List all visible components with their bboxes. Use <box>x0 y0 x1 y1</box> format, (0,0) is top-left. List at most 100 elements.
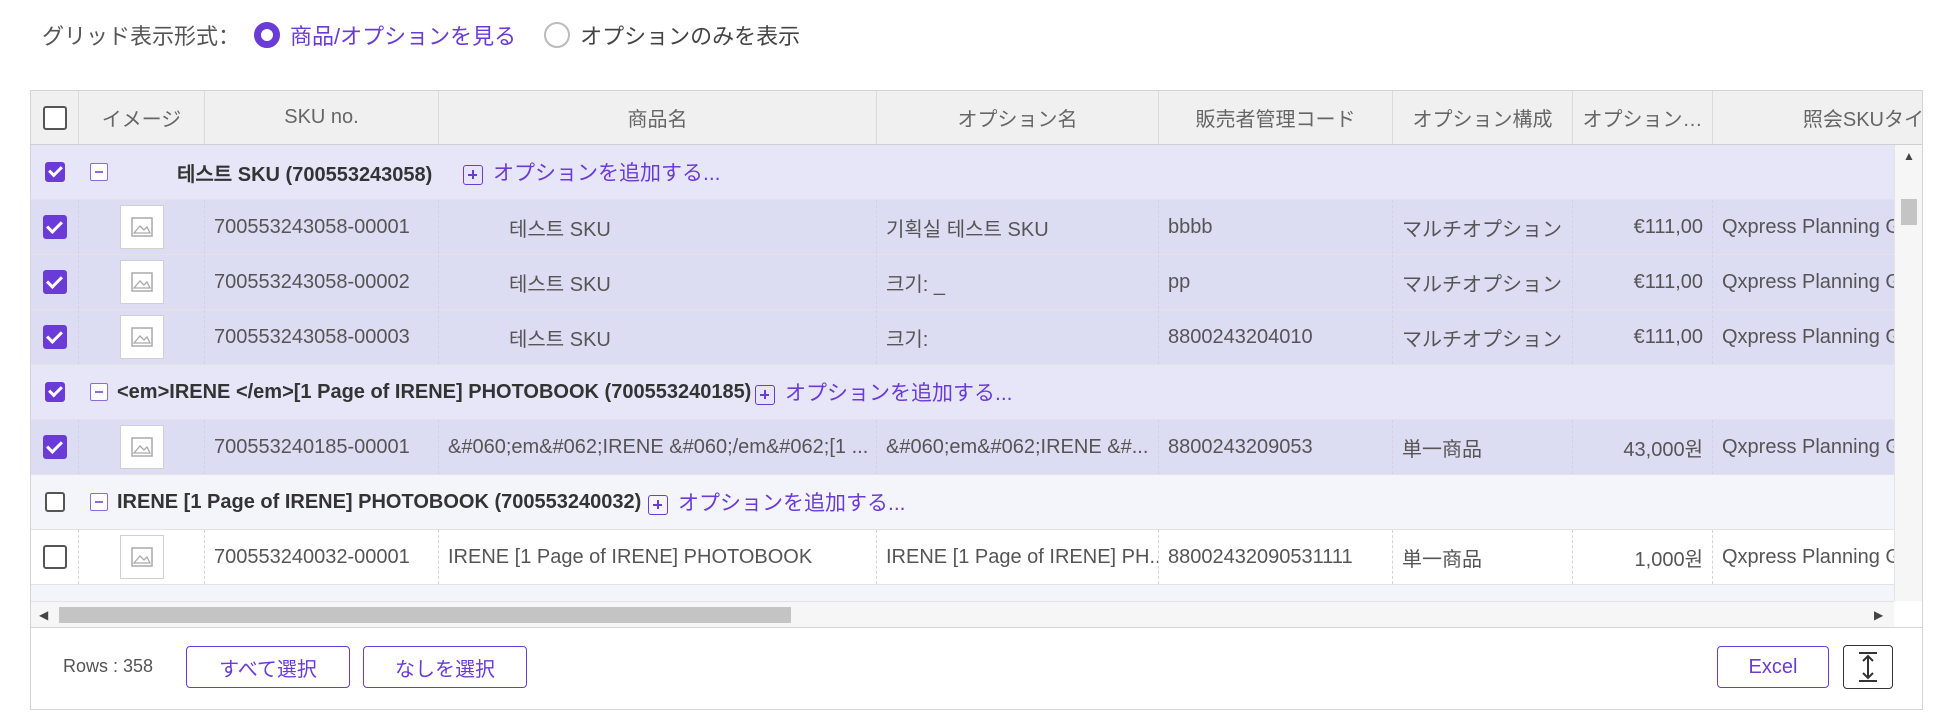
header-option-name[interactable]: オプション名 <box>877 91 1159 144</box>
header-product-name[interactable]: 商品名 <box>439 91 877 144</box>
group-collapse-cell <box>79 585 119 601</box>
group-row[interactable]: IRENE [1 Page of IRENE] PHOTOBOOK (70055… <box>31 475 1894 530</box>
header-image[interactable]: イメージ <box>79 91 205 144</box>
row-checkbox[interactable] <box>42 435 67 459</box>
image-cell <box>79 530 205 584</box>
table-row[interactable]: 700553243058-00001 테스트 SKU 기획실 테스트 SKU b… <box>31 200 1894 255</box>
option-config-cell: マルチオプション <box>1393 200 1573 254</box>
group-checkbox-cell <box>31 145 79 199</box>
group-title: IRENE [1 Page of IRENE] PHOTOBOOK (70055… <box>117 490 642 513</box>
sku-cell: 700553243058-00002 <box>205 255 439 309</box>
add-option-icon <box>648 495 668 515</box>
add-option-link[interactable]: オプションを追加する... <box>463 145 721 199</box>
view-mode-label: グリッド表示形式： <box>42 24 241 49</box>
header-option-price[interactable]: オプション… <box>1573 91 1713 144</box>
row-checkbox-cell <box>31 200 79 254</box>
grid-header: イメージ SKU no. 商品名 オプション名 販売者管理コード オプション構成… <box>31 91 1922 145</box>
header-seller-code[interactable]: 販売者管理コード <box>1159 91 1393 144</box>
header-sku-type[interactable]: 照会SKUタイ <box>1713 91 1922 144</box>
scroll-left-icon[interactable]: ◀ <box>39 608 48 622</box>
sku-grid: イメージ SKU no. 商品名 オプション名 販売者管理コード オプション構成… <box>30 90 1923 710</box>
option-config-cell: マルチオプション <box>1393 310 1573 364</box>
row-checkbox[interactable] <box>42 545 67 569</box>
sku-type-cell: Qxpress Planning G <box>1722 325 1894 348</box>
group-collapse-cell <box>79 365 119 419</box>
table-row[interactable]: 700553240032-00001 IRENE [1 Page of IREN… <box>31 530 1894 585</box>
group-row[interactable]: <em>IRENE </em>[1 Page of IRENE] PHOTOBO… <box>31 365 1894 420</box>
collapse-icon[interactable] <box>90 163 108 181</box>
row-checkbox-cell <box>31 310 79 364</box>
vertical-scroll-thumb[interactable] <box>1901 199 1917 225</box>
radio-product-option-label: 商品/オプションを見る <box>290 24 517 49</box>
group-row[interactable]: PRE-TEST2 (700553239859) オプションを追加する... <box>31 585 1894 601</box>
scroll-up-icon[interactable]: ▲ <box>1903 149 1915 163</box>
image-placeholder-icon[interactable] <box>119 205 164 249</box>
image-placeholder-icon[interactable] <box>119 425 164 469</box>
seller-code-cell: bbbb <box>1159 200 1393 254</box>
collapse-icon[interactable] <box>90 383 108 401</box>
table-row[interactable]: 700553243058-00003 테스트 SKU 크기: 880024320… <box>31 310 1894 365</box>
add-option-label: オプションを追加する... <box>785 382 1013 405</box>
radio-option-only-label: オプションのみを表示 <box>580 24 801 49</box>
sku-cell: 700553240032-00001 <box>205 530 439 584</box>
header-select-all-cell <box>31 91 79 144</box>
option-name-cell: IRENE [1 Page of IRENE] PH... <box>877 530 1159 584</box>
row-checkbox-cell <box>31 420 79 474</box>
radio-option-only-view[interactable]: オプションのみを表示 <box>544 19 800 51</box>
group-title: <em>IRENE </em>[1 Page of IRENE] PHOTOBO… <box>117 380 752 403</box>
expand-vertical-icon[interactable] <box>1843 645 1893 689</box>
image-placeholder-icon[interactable] <box>119 260 164 304</box>
select-all-button[interactable]: すべて選択 <box>186 646 350 688</box>
excel-button[interactable]: Excel <box>1717 646 1829 688</box>
group-checkbox[interactable] <box>45 382 65 402</box>
add-option-link[interactable]: オプションを追加する... <box>755 365 1013 419</box>
group-row[interactable]: 테스트 SKU (700553243058) オプションを追加する... <box>31 145 1894 200</box>
image-cell <box>79 420 205 474</box>
sku-cell: 700553243058-00003 <box>205 310 439 364</box>
price-cell: 1,000원 <box>1573 530 1713 584</box>
row-checkbox[interactable] <box>42 215 67 239</box>
scroll-right-icon[interactable]: ▶ <box>1874 608 1883 622</box>
add-option-link[interactable]: オプションを追加する... <box>409 585 667 601</box>
price-cell: €111,00 <box>1573 255 1713 309</box>
image-cell <box>79 310 205 364</box>
group-title: PRE-TEST2 (700553239859) <box>117 585 379 602</box>
price-cell: 43,000원 <box>1573 420 1713 474</box>
header-select-all-checkbox[interactable] <box>42 105 67 130</box>
add-option-link[interactable]: オプションを追加する... <box>648 475 906 529</box>
table-row[interactable]: 700553243058-00002 테스트 SKU 크기: _ pp マルチオ… <box>31 255 1894 310</box>
group-collapse-cell <box>79 145 119 199</box>
seller-code-cell: 8800243204010 <box>1159 310 1393 364</box>
row-checkbox[interactable] <box>42 325 67 349</box>
product-name-cell: IRENE [1 Page of IRENE] PHOTOBOOK <box>439 530 877 584</box>
group-title: 테스트 SKU (700553243058) <box>177 163 433 186</box>
option-name-cell: 기획실 테스트 SKU <box>877 200 1159 254</box>
table-row[interactable]: 700553240185-00001 &#060;em&#062;IRENE &… <box>31 420 1894 475</box>
row-checkbox-cell <box>31 530 79 584</box>
product-name-cell: 테스트 SKU <box>439 200 877 254</box>
header-sku-no[interactable]: SKU no. <box>205 91 439 144</box>
add-option-icon <box>755 385 775 405</box>
radio-product-option-view[interactable]: 商品/オプションを見る <box>254 19 516 51</box>
radio-selected-icon <box>254 22 281 48</box>
horizontal-scrollbar[interactable]: ◀ ▶ <box>31 601 1894 628</box>
sku-type-cell: Qxpress Planning G <box>1722 435 1894 458</box>
view-mode-bar: グリッド表示形式： 商品/オプションを見る オプションのみを表示 <box>42 18 828 52</box>
header-option-config[interactable]: オプション構成 <box>1393 91 1573 144</box>
select-none-button[interactable]: なしを選択 <box>363 646 527 688</box>
option-config-cell: 単一商品 <box>1393 420 1573 474</box>
row-checkbox[interactable] <box>42 270 67 294</box>
group-checkbox[interactable] <box>45 162 65 182</box>
image-placeholder-icon[interactable] <box>119 535 164 579</box>
image-placeholder-icon[interactable] <box>119 315 164 359</box>
group-collapse-cell <box>79 475 119 529</box>
add-option-label: オプションを追加する... <box>678 492 906 515</box>
option-name-cell: &#060;em&#062;IRENE &#... <box>877 420 1159 474</box>
group-checkbox[interactable] <box>45 492 65 512</box>
horizontal-scroll-thumb[interactable] <box>59 607 791 623</box>
seller-code-cell: 8800243209053 <box>1159 420 1393 474</box>
group-checkbox-cell <box>31 585 79 601</box>
seller-code-cell: pp <box>1159 255 1393 309</box>
collapse-icon[interactable] <box>90 493 108 511</box>
vertical-scrollbar[interactable]: ▲ <box>1894 145 1922 601</box>
